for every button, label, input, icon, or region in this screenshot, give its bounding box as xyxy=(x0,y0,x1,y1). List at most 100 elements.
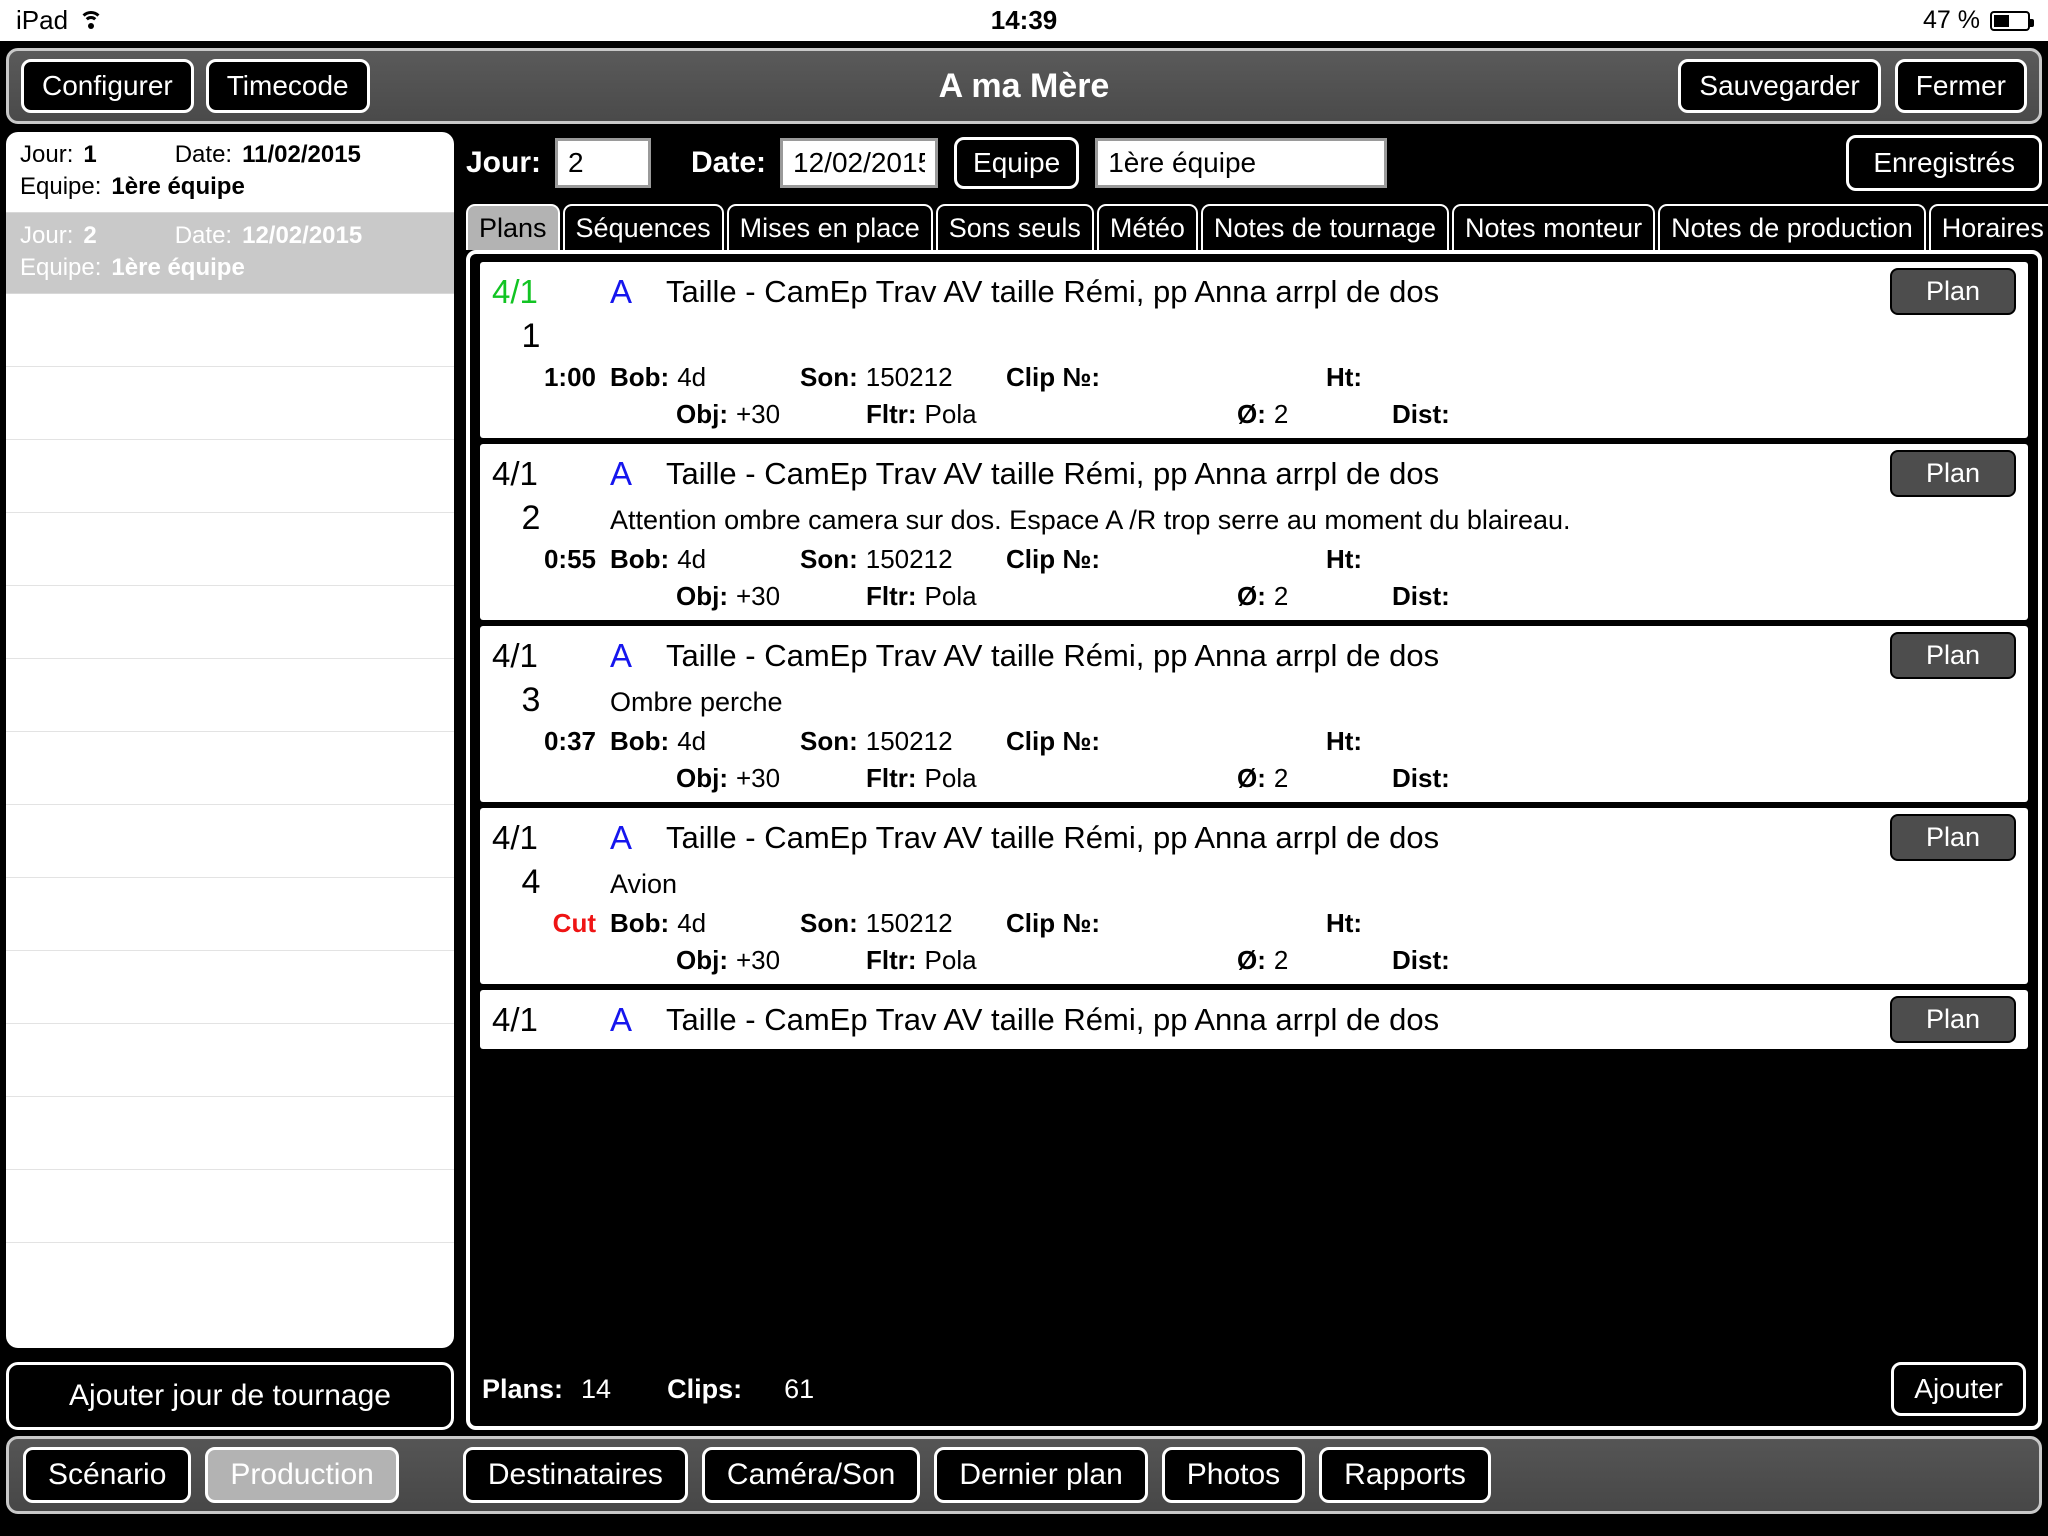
shot-card[interactable]: 4/1 A Taille - CamEp Trav AV taille Rémi, … xyxy=(480,444,2028,620)
camera-letter: A xyxy=(610,272,633,310)
clips-count-value: 61 xyxy=(784,1373,815,1404)
toolbar-button-destinataires[interactable]: Destinataires xyxy=(462,1447,688,1503)
enregistres-button[interactable]: Enregistrés xyxy=(1846,135,2042,191)
tab-notes-monteur[interactable]: Notes monteur xyxy=(1452,204,1656,250)
take-number: 4 xyxy=(521,863,541,901)
son-value: 150212 xyxy=(865,362,953,392)
bob-value: 4d xyxy=(677,908,707,938)
main-content-area: Jour: 1 Date: 11/02/2015 Equipe: 1ère équipe J… xyxy=(0,124,2048,1430)
diameter-value: 2 xyxy=(1273,763,1289,793)
status-bar-clock: 14:39 xyxy=(990,5,1058,35)
date-field-label: Date: xyxy=(691,146,767,179)
date-input[interactable] xyxy=(780,138,939,188)
sequence-number: 4/1 xyxy=(492,272,538,310)
shot-header-row: 4/1 A Taille - CamEp Trav AV taille Rémi, … xyxy=(492,632,2016,679)
bob-label: Bob: xyxy=(610,908,670,938)
shot-card[interactable]: 4/1 A Taille - CamEp Trav AV taille Rémi, … xyxy=(480,990,2028,1049)
tab-horaires[interactable]: Horaires xyxy=(1928,204,2048,250)
equipe-input[interactable] xyxy=(1095,138,1388,188)
jour-field-label: Jour: xyxy=(466,146,541,179)
shooting-day-row[interactable]: Jour: 1 Date: 11/02/2015 Equipe: 1ère équipe xyxy=(6,132,454,213)
tab-s-quences[interactable]: Séquences xyxy=(562,204,724,250)
fltr-value: Pola xyxy=(924,581,977,611)
tab-mises-en-place[interactable]: Mises en place xyxy=(726,204,933,250)
son-field: Son: 150212 xyxy=(800,362,1006,393)
toolbar-button-dernier-plan[interactable]: Dernier plan xyxy=(934,1447,1148,1503)
ajouter-plan-button[interactable]: Ajouter xyxy=(1891,1362,2026,1416)
shot-card[interactable]: 4/1 A Taille - CamEp Trav AV taille Rémi, … xyxy=(480,626,2028,802)
plan-button[interactable]: Plan xyxy=(1889,814,2016,861)
add-shooting-day-button[interactable]: Ajouter jour de tournage xyxy=(6,1362,454,1430)
bob-field: Bob: 4d xyxy=(610,726,800,757)
bob-field: Bob: 4d xyxy=(610,908,800,939)
jour-input[interactable] xyxy=(555,138,651,188)
dist-label: Dist: xyxy=(1392,763,1450,793)
sauvegarder-button[interactable]: Sauvegarder xyxy=(1678,59,1881,113)
toolbar-button-production[interactable]: Production xyxy=(205,1447,399,1503)
empty-day-row xyxy=(6,440,454,513)
shot-meta-row-2: Obj: +30 Fltr: Pola Ø: 2 Dist: xyxy=(492,581,2016,612)
shot-description: Taille - CamEp Trav AV taille Rémi, pp A… xyxy=(666,455,1440,491)
day-row-date-label: Date: xyxy=(174,141,233,168)
empty-day-row xyxy=(6,878,454,951)
son-label: Son: xyxy=(800,544,858,574)
obj-field: Obj: +30 xyxy=(676,581,866,612)
plan-button[interactable]: Plan xyxy=(1889,996,2016,1043)
fermer-button[interactable]: Fermer xyxy=(1894,59,2027,113)
tab-plans[interactable]: Plans xyxy=(466,204,560,250)
diameter-value: 2 xyxy=(1273,581,1289,611)
camera-letter: A xyxy=(610,636,633,674)
plan-button[interactable]: Plan xyxy=(1889,450,2016,497)
tab-sons-seuls[interactable]: Sons seuls xyxy=(935,204,1094,250)
day-row-jour-label: Jour: xyxy=(20,222,74,249)
day-row-date-label: Date: xyxy=(174,222,233,249)
take-note: Avion xyxy=(610,869,678,899)
tab-m-t-o[interactable]: Météo xyxy=(1096,204,1198,250)
take-row: 1 xyxy=(492,317,2016,356)
shot-card-list: 4/1 A Taille - CamEp Trav AV taille Rémi, … xyxy=(480,262,2028,1356)
top-navigation-bar: Configurer Timecode A ma Mère Sauvegarde… xyxy=(6,48,2042,124)
plan-button[interactable]: Plan xyxy=(1889,268,2016,315)
take-duration: 1:00 xyxy=(543,362,596,392)
diameter-field: Ø: 2 xyxy=(1072,399,1392,430)
shot-card[interactable]: 4/1 A Taille - CamEp Trav AV taille Rémi, … xyxy=(480,262,2028,438)
day-row-equipe-value: 1ère équipe xyxy=(111,254,245,281)
status-bar-right: 47 % xyxy=(1923,6,2048,35)
plan-button[interactable]: Plan xyxy=(1889,632,2016,679)
equipe-button[interactable]: Equipe xyxy=(954,137,1080,189)
diameter-value: 2 xyxy=(1273,399,1289,429)
fltr-field: Fltr: Pola xyxy=(866,581,1072,612)
toolbar-button-cam-ra-son[interactable]: Caméra/Son xyxy=(701,1447,921,1503)
shot-meta-row-2: Obj: +30 Fltr: Pola Ø: 2 Dist: xyxy=(492,399,2016,430)
shooting-day-list[interactable]: Jour: 1 Date: 11/02/2015 Equipe: 1ère équipe J… xyxy=(6,132,454,1348)
empty-day-row xyxy=(6,1024,454,1097)
son-value: 150212 xyxy=(865,726,953,756)
empty-day-row xyxy=(6,659,454,732)
bob-label: Bob: xyxy=(610,726,670,756)
bob-label: Bob: xyxy=(610,362,670,392)
fltr-field: Fltr: Pola xyxy=(866,399,1072,430)
configurer-button[interactable]: Configurer xyxy=(21,59,194,113)
day-row-jour-value: 2 xyxy=(83,222,97,249)
shot-card[interactable]: 4/1 A Taille - CamEp Trav AV taille Rémi, … xyxy=(480,808,2028,984)
tab-notes-de-tournage[interactable]: Notes de tournage xyxy=(1200,204,1450,250)
toolbar-button-photos[interactable]: Photos xyxy=(1161,1447,1306,1503)
empty-day-row xyxy=(6,513,454,586)
toolbar-button-rapports[interactable]: Rapports xyxy=(1319,1447,1491,1503)
clip-label: Clip №: xyxy=(1006,362,1100,392)
ht-field: Ht: xyxy=(1326,726,1446,757)
bottom-toolbar: Scénario Production Destinataires Caméra/So… xyxy=(6,1436,2042,1514)
son-field: Son: 150212 xyxy=(800,908,1006,939)
section-tab-bar[interactable]: Plans Séquences Mises en place Sons seuls Mé… xyxy=(466,204,2048,250)
toolbar-button-sc-nario[interactable]: Scénario xyxy=(23,1447,192,1503)
ht-field: Ht: xyxy=(1326,908,1446,939)
son-value: 150212 xyxy=(865,544,953,574)
tab-notes-de-production[interactable]: Notes de production xyxy=(1658,204,1926,250)
timecode-button[interactable]: Timecode xyxy=(205,59,370,113)
device-name: iPad xyxy=(16,5,69,35)
shot-meta-row-1: Cut Bob: 4d Son: 150212 Clip №: Ht: xyxy=(492,908,2016,939)
shooting-day-row[interactable]: Jour: 2 Date: 12/02/2015 Equipe: 1ère équipe xyxy=(6,213,454,294)
shot-header-row: 4/1 A Taille - CamEp Trav AV taille Rémi, … xyxy=(492,450,2016,497)
plans-summary-footer: Plans: 14 Clips: 61 Ajouter xyxy=(480,1356,2028,1426)
day-row-date-group: Date: 11/02/2015 xyxy=(175,140,361,170)
